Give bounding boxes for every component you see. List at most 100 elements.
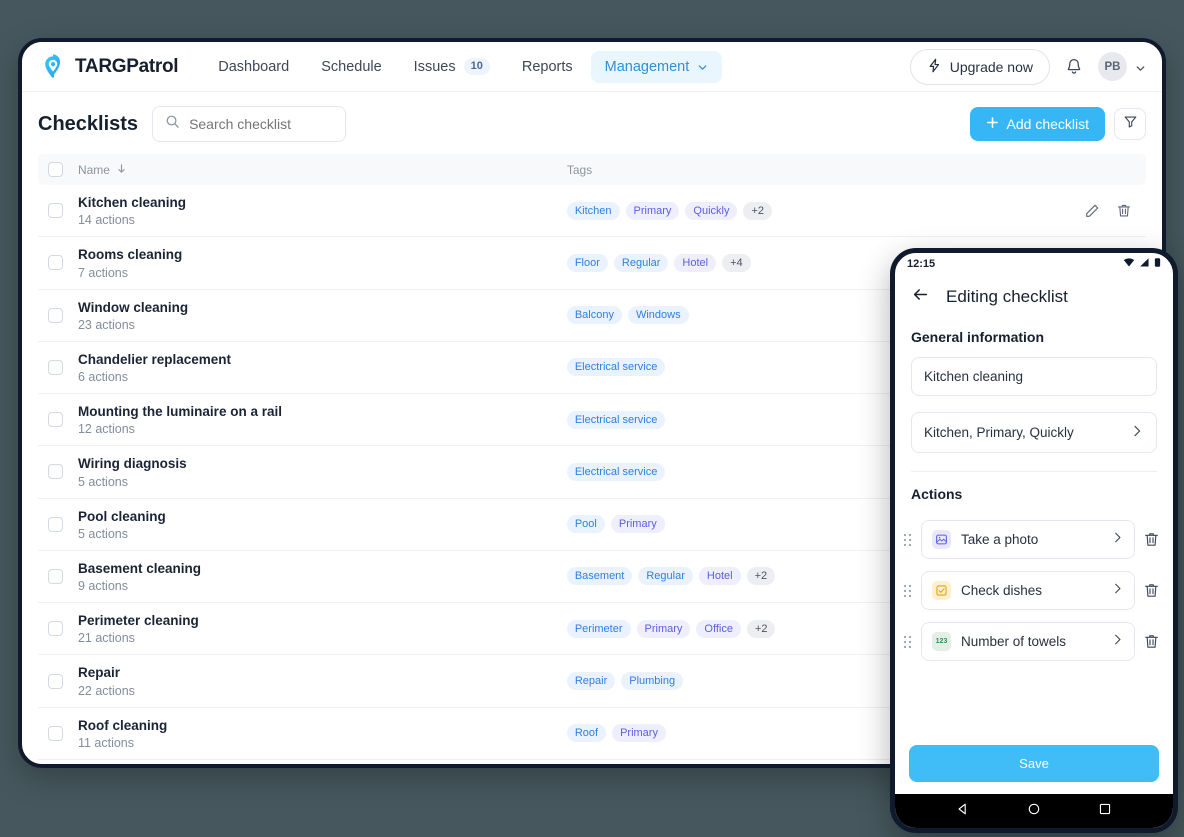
row-checkbox[interactable] — [48, 464, 63, 480]
add-checklist-button[interactable]: Add checklist — [969, 107, 1105, 141]
checklist-name: Pool cleaning — [77, 508, 166, 524]
tag-chip[interactable]: Primary — [612, 724, 666, 743]
row-name-cell: Repair 22 actions — [77, 654, 567, 708]
action-card[interactable]: Take a photo — [921, 520, 1135, 559]
nav-item-schedule[interactable]: Schedule — [307, 51, 395, 83]
drag-handle-icon[interactable] — [903, 635, 913, 649]
save-button-container: Save — [895, 735, 1173, 794]
tag-chip[interactable]: Repair — [566, 672, 616, 691]
tag-chip[interactable]: Floor — [566, 253, 608, 272]
checklist-name-field[interactable]: Kitchen cleaning — [911, 357, 1157, 396]
back-arrow-icon[interactable] — [911, 285, 930, 309]
drag-handle-icon[interactable] — [903, 533, 913, 547]
plus-icon — [986, 116, 999, 132]
notifications-bell-icon[interactable] — [1064, 57, 1084, 77]
tag-chip[interactable]: +4 — [722, 253, 751, 272]
nav-item-issues[interactable]: Issues 10 — [400, 50, 504, 83]
table-header-select — [38, 154, 78, 185]
delete-action-icon[interactable] — [1143, 531, 1161, 549]
table-header-tags: Tags — [566, 154, 1037, 185]
action-label: Number of towels — [961, 634, 1067, 649]
tag-chip[interactable]: Primary — [625, 201, 680, 220]
search-input[interactable] — [189, 116, 334, 132]
tag-chip[interactable]: Windows — [627, 306, 689, 325]
row-name-cell: Wiring diagnosis 5 actions — [77, 445, 567, 499]
chevron-right-icon — [1111, 633, 1124, 651]
checklist-name: Roof cleaning — [77, 717, 168, 733]
tag-chip[interactable]: Regular — [638, 567, 693, 586]
tag-chip[interactable]: Primary — [610, 515, 665, 534]
action-list-item[interactable]: Check dishes — [895, 565, 1173, 616]
user-menu[interactable]: PB — [1098, 52, 1146, 81]
checklist-action-count: 6 actions — [77, 370, 128, 385]
nav-item-reports[interactable]: Reports — [508, 51, 587, 83]
tag-chip[interactable]: Kitchen — [566, 201, 620, 220]
tag-chip[interactable]: Hotel — [698, 567, 741, 586]
tag-chip[interactable]: +2 — [746, 567, 776, 586]
tag-chip[interactable]: Electrical service — [566, 358, 666, 377]
row-checkbox[interactable] — [48, 203, 63, 219]
brand-name: TARGPatrol — [75, 55, 179, 77]
checklist-action-count: 9 actions — [77, 579, 128, 594]
nav-item-dashboard[interactable]: Dashboard — [204, 51, 303, 83]
tag-chip[interactable]: Electrical service — [566, 410, 666, 429]
row-checkbox[interactable] — [48, 307, 63, 323]
table-header-name[interactable]: Name — [77, 154, 567, 185]
row-select-cell — [38, 758, 78, 764]
tag-chip[interactable]: +2 — [743, 201, 773, 220]
tag-chip[interactable]: Perimeter — [566, 619, 631, 638]
nav-links: Dashboard Schedule Issues 10 Reports Man… — [204, 50, 723, 83]
tag-chip[interactable]: Electrical service — [566, 462, 666, 481]
tag-chip[interactable]: Quickly — [685, 201, 738, 220]
save-button[interactable]: Save — [909, 745, 1159, 782]
row-checkbox[interactable] — [48, 516, 63, 532]
delete-action-icon[interactable] — [1143, 582, 1161, 600]
checklist-name-value: Kitchen cleaning — [924, 369, 1024, 384]
drag-handle-icon[interactable] — [903, 584, 913, 598]
android-back-icon[interactable] — [956, 802, 970, 821]
action-list-item[interactable]: 123 Number of towels — [895, 616, 1173, 667]
row-checkbox[interactable] — [48, 359, 63, 375]
tag-chip[interactable]: Basement — [566, 567, 633, 586]
action-list-item[interactable]: Take a photo — [895, 514, 1173, 565]
checklist-tags-field[interactable]: Kitchen, Primary, Quickly — [911, 412, 1157, 453]
edit-pencil-icon[interactable] — [1084, 203, 1100, 219]
row-checkbox[interactable] — [48, 725, 63, 741]
row-checkbox[interactable] — [48, 412, 63, 428]
checklist-action-count: 12 actions — [77, 422, 135, 437]
delete-action-icon[interactable] — [1143, 633, 1161, 651]
action-card[interactable]: 123 Number of towels — [921, 622, 1135, 661]
action-card[interactable]: Check dishes — [921, 571, 1135, 610]
row-checkbox[interactable] — [48, 568, 63, 584]
tag-chip[interactable]: Roof — [566, 724, 607, 743]
actions-heading: Actions — [911, 486, 963, 502]
checklist-action-count: 14 actions — [77, 213, 135, 228]
screenshot-stage: TARGPatrol Dashboard Schedule Issues 10 … — [0, 0, 1184, 837]
tag-chip[interactable]: Hotel — [674, 253, 717, 272]
nav-item-management[interactable]: Management — [590, 50, 723, 83]
delete-trash-icon[interactable] — [1116, 203, 1132, 219]
tag-chip[interactable]: Plumbing — [621, 672, 684, 691]
select-all-checkbox[interactable] — [48, 162, 63, 177]
tag-chip[interactable]: Primary — [636, 619, 691, 638]
brand-logo[interactable]: TARGPatrol — [34, 53, 179, 80]
checklist-action-count: 11 actions — [77, 735, 135, 750]
row-checkbox[interactable] — [48, 255, 63, 271]
filter-button[interactable] — [1114, 108, 1146, 140]
row-checkbox[interactable] — [48, 621, 63, 637]
table-row[interactable]: Kitchen cleaning 14 actions Kitchen Prima… — [38, 185, 1146, 237]
search-box[interactable] — [152, 106, 347, 142]
android-recents-icon[interactable] — [1098, 802, 1112, 821]
row-select-cell — [38, 654, 78, 708]
tag-chip[interactable]: Pool — [566, 515, 605, 534]
add-checklist-label: Add checklist — [1006, 116, 1089, 132]
tag-chip[interactable]: Balcony — [566, 306, 622, 325]
upgrade-now-button[interactable]: Upgrade now — [909, 48, 1050, 85]
tag-chip[interactable]: Office — [696, 619, 741, 638]
status-bar-indicators — [1123, 257, 1161, 271]
row-checkbox[interactable] — [48, 673, 63, 689]
tag-chip[interactable]: +2 — [746, 619, 776, 638]
general-information-heading: General information — [911, 329, 1045, 345]
android-home-icon[interactable] — [1027, 802, 1041, 821]
tag-chip[interactable]: Regular — [613, 253, 669, 272]
